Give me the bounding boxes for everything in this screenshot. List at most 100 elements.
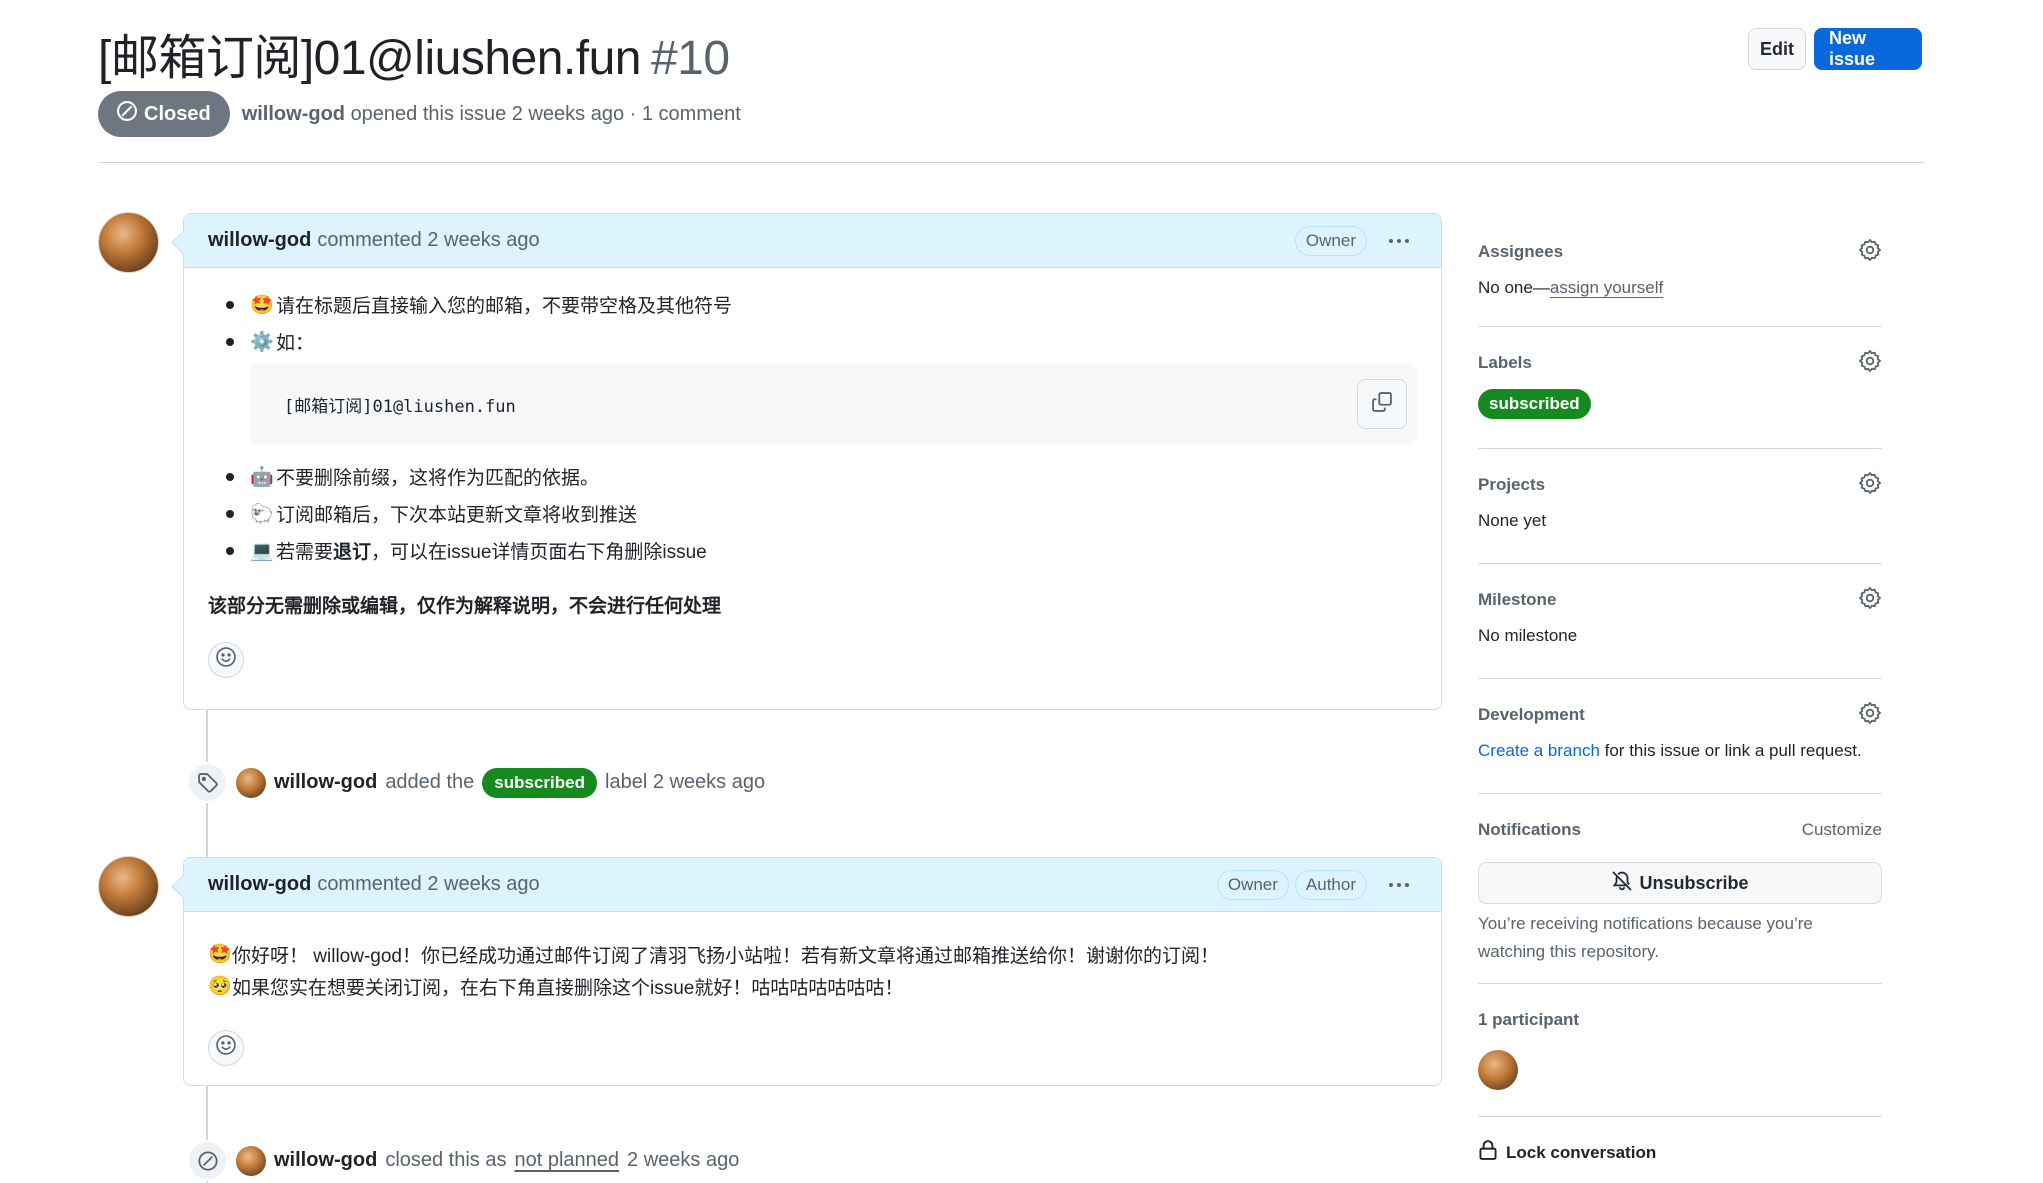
instruction-list: 🤩 请在标题后直接输入您的邮箱，不要带空格及其他符号 ⚙️ 如：: [208, 286, 1417, 360]
state-label: Closed: [144, 102, 211, 125]
comment-author[interactable]: willow-god: [208, 229, 311, 252]
comment-header: willow-god commented 2 weeks ago Owner A…: [184, 858, 1441, 912]
gear-icon[interactable]: [1858, 238, 1882, 267]
lock-conversation-button[interactable]: Lock conversation: [1478, 1117, 1882, 1166]
copy-icon: [1371, 391, 1393, 418]
unsubscribe-button[interactable]: Unsubscribe: [1478, 862, 1882, 904]
list-item: 💻 若需要 退订 ，可以在issue详情页面右下角删除issue: [208, 532, 1417, 569]
sidebar: Assignees No one—assign yourself Labels …: [1478, 220, 1882, 1166]
create-branch-link[interactable]: Create a branch: [1478, 741, 1600, 760]
sidebar-development: Development Create a branch for this iss…: [1478, 679, 1882, 794]
projects-title[interactable]: Projects: [1478, 475, 1545, 495]
star-struck-emoji-icon: 🤩: [250, 294, 274, 316]
event-avatar[interactable]: [236, 767, 266, 798]
projects-header: Projects: [1478, 471, 1882, 499]
event-avatar[interactable]: [236, 1145, 266, 1176]
code-block: [邮箱订阅]01@liushen.fun: [250, 364, 1417, 444]
label-subscribed[interactable]: subscribed: [1478, 389, 1591, 419]
edit-button[interactable]: Edit: [1748, 28, 1806, 70]
event-author[interactable]: willow-god: [274, 1149, 377, 1172]
add-reaction-button[interactable]: [208, 642, 244, 678]
sidebar-labels: Labels subscribed: [1478, 327, 1882, 449]
close-reason-link[interactable]: not planned: [514, 1149, 619, 1172]
lock-icon: [1478, 1139, 1498, 1166]
issue-title-text: [邮箱订阅]01@liushen.fun: [98, 32, 641, 85]
list-item: 🤩 请在标题后直接输入您的邮箱，不要带空格及其他符号: [208, 286, 1417, 323]
projects-value: None yet: [1478, 511, 1547, 530]
participant-avatar[interactable]: [1478, 1050, 1518, 1090]
robot-emoji-icon: 🤖: [250, 466, 274, 488]
event-text: added the: [385, 771, 475, 793]
list-item-text: ，可以在issue详情页面右下角删除issue: [371, 542, 707, 563]
list-item-text: 订阅邮箱后，下次本站更新文章将收到推送: [276, 505, 638, 526]
sidebar-projects: Projects None yet: [1478, 449, 1882, 564]
skip-icon: [187, 1140, 228, 1181]
participants-title: 1 participant: [1478, 1010, 1580, 1029]
bell-slash-icon: [1611, 870, 1633, 897]
header-divider: [98, 162, 1924, 163]
assignees-title[interactable]: Assignees: [1478, 242, 1563, 262]
list-item-text: 请在标题后直接输入您的邮箱，不要带空格及其他符号: [276, 296, 733, 317]
laptop-emoji-icon: 💻: [250, 540, 274, 562]
list-item-text: 若需要: [276, 542, 334, 563]
labels-list: subscribed: [1478, 389, 1882, 419]
author-link[interactable]: willow-god: [242, 103, 345, 125]
skip-icon: [116, 100, 138, 128]
lock-conversation-label: Lock conversation: [1506, 1142, 1657, 1162]
avatar[interactable]: [98, 856, 159, 917]
owner-badge: Owner: [1294, 225, 1367, 256]
add-reaction-button[interactable]: [208, 1030, 244, 1066]
meta-rest: opened this issue 2 weeks ago · 1 commen…: [350, 102, 741, 125]
assignees-none: No one—: [1478, 278, 1550, 297]
meta-text: willow-god opened this issue 2 weeks ago…: [242, 103, 741, 126]
sidebar-participants: 1 participant: [1478, 984, 1882, 1117]
comment-time[interactable]: commented 2 weeks ago: [317, 229, 539, 252]
comment-author[interactable]: willow-god: [208, 873, 311, 896]
closed-event: willow-god closed this as not planned 2 …: [187, 1140, 739, 1181]
pleading-face-emoji-icon: 🥺: [208, 976, 232, 997]
customize-link[interactable]: Customize: [1802, 820, 1882, 840]
list-item: 🤖 不要删除前缀，这将作为匹配的依据。: [208, 458, 1417, 495]
avatar[interactable]: [98, 212, 159, 273]
milestone-title[interactable]: Milestone: [1478, 590, 1556, 610]
milestone-value: No milestone: [1478, 626, 1578, 645]
smiley-icon: [215, 1034, 237, 1062]
assignees-header: Assignees: [1478, 238, 1882, 266]
sidebar-assignees: Assignees No one—assign yourself: [1478, 220, 1882, 327]
issue-meta: Closed willow-god opened this issue 2 we…: [98, 91, 741, 137]
gear-icon[interactable]: [1858, 471, 1882, 500]
sidebar-notifications: Notifications Customize Unsubscribe You’…: [1478, 794, 1882, 984]
comment-line-text: 如果您实在想要关闭订阅，在右下角直接删除这个issue就好！咕咕咕咕咕咕咕！: [232, 977, 904, 999]
comment-note: 该部分无需删除或编辑，仅作为解释说明，不会进行任何处理: [208, 596, 722, 617]
kebab-menu-button[interactable]: [1381, 226, 1417, 256]
labels-title[interactable]: Labels: [1478, 353, 1532, 373]
list-item-text: 如：: [276, 333, 315, 354]
event-author[interactable]: willow-god: [274, 771, 377, 794]
gear-icon[interactable]: [1858, 349, 1882, 378]
gear-icon[interactable]: [1858, 586, 1882, 615]
comment-body: 🤩 请在标题后直接输入您的邮箱，不要带空格及其他符号 ⚙️ 如： [邮箱订阅]0…: [184, 268, 1441, 698]
list-item: 🐑 订阅邮箱后，下次本站更新文章将收到推送: [208, 495, 1417, 532]
comment-header: willow-god commented 2 weeks ago Owner: [184, 214, 1441, 268]
assign-yourself-link[interactable]: assign yourself: [1550, 278, 1663, 297]
assignees-value: No one—assign yourself: [1478, 278, 1882, 298]
copy-button[interactable]: [1357, 379, 1407, 429]
notifications-title: Notifications: [1478, 820, 1581, 839]
new-issue-button[interactable]: New issue: [1814, 28, 1922, 70]
comment-time[interactable]: commented 2 weeks ago: [317, 873, 539, 896]
notifications-note: You’re receiving notifications because y…: [1478, 914, 1813, 961]
event-text: 2 weeks ago: [627, 1149, 740, 1171]
issue-number: #10: [650, 32, 730, 85]
label-subscribed[interactable]: subscribed: [482, 767, 597, 798]
owner-badge: Owner: [1216, 869, 1289, 900]
development-title[interactable]: Development: [1478, 705, 1585, 725]
list-item: ⚙️ 如：: [208, 323, 1417, 360]
development-value: Create a branch for this issue or link a…: [1478, 741, 1882, 761]
label-event: willow-god added the subscribed label 2 …: [187, 762, 765, 803]
header-actions: Edit New issue: [1748, 28, 1922, 70]
kebab-menu-button[interactable]: [1381, 870, 1417, 900]
comment-line-text: 你好呀！ willow-god！你已经成功通过邮件订阅了清羽飞扬小站啦！若有新文…: [232, 945, 1219, 967]
gear-icon[interactable]: [1858, 701, 1882, 730]
comment-body: 🤩 你好呀！ willow-god！你已经成功通过邮件订阅了清羽飞扬小站啦！若有…: [184, 912, 1441, 1086]
development-header: Development: [1478, 701, 1882, 729]
